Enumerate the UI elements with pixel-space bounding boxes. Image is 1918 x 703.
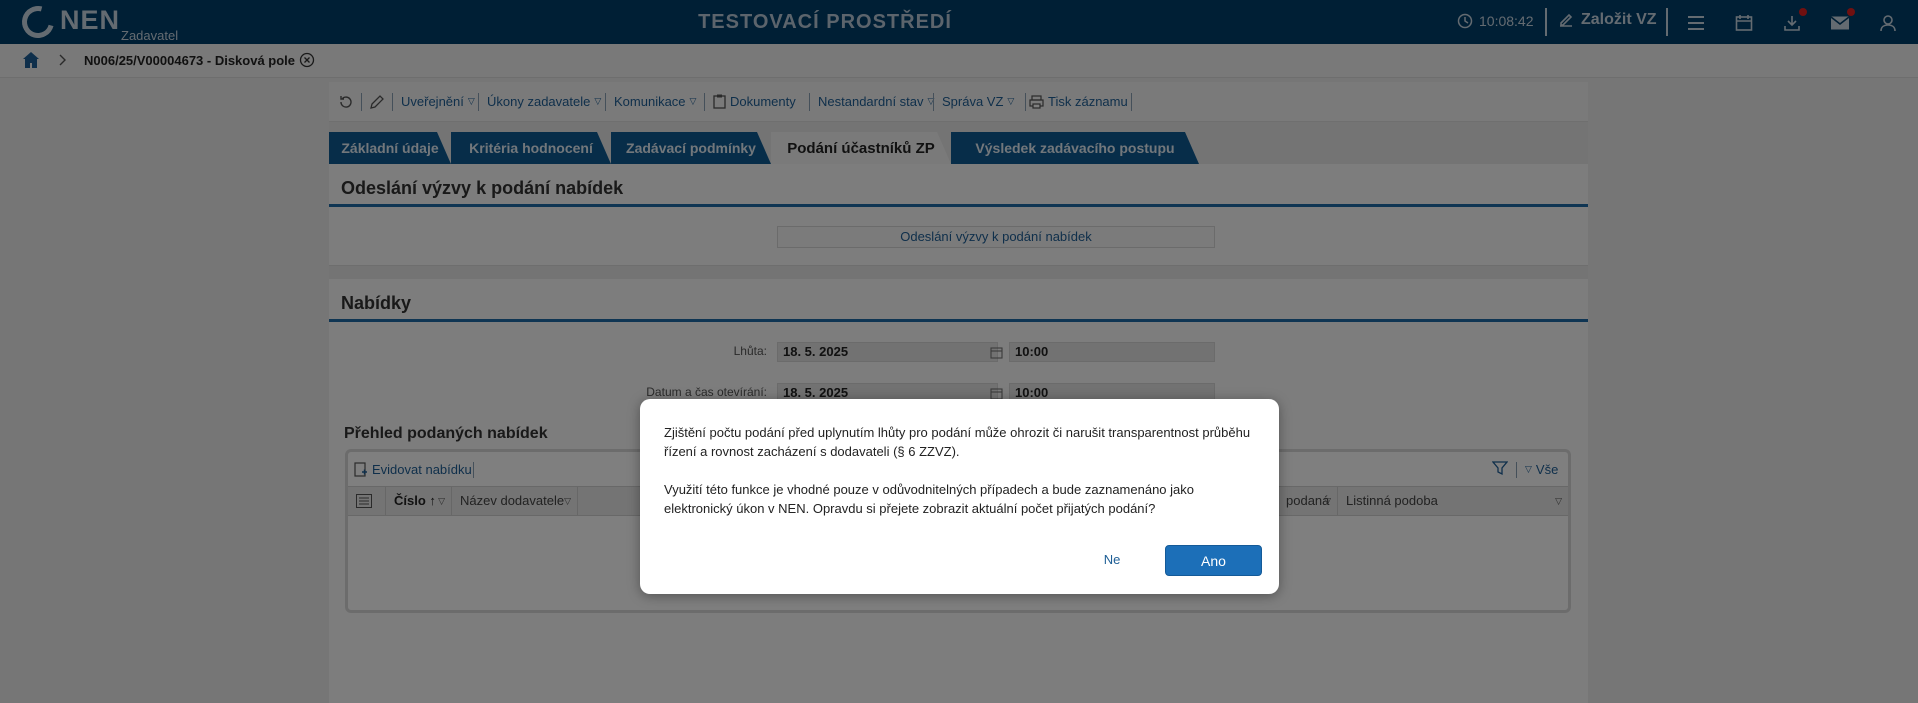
confirm-dialog: Zjištění počtu podání před uplynutím lhů… bbox=[640, 399, 1279, 594]
no-button[interactable]: Ne bbox=[1072, 545, 1152, 575]
modal-backdrop[interactable] bbox=[0, 0, 1918, 703]
yes-button[interactable]: Ano bbox=[1165, 545, 1262, 576]
dialog-message: Zjištění počtu podání před uplynutím lhů… bbox=[664, 423, 1259, 518]
dialog-paragraph: Využití této funkce je vhodné pouze v od… bbox=[664, 482, 1194, 516]
dialog-paragraph: Zjištění počtu podání před uplynutím lhů… bbox=[664, 425, 1251, 459]
